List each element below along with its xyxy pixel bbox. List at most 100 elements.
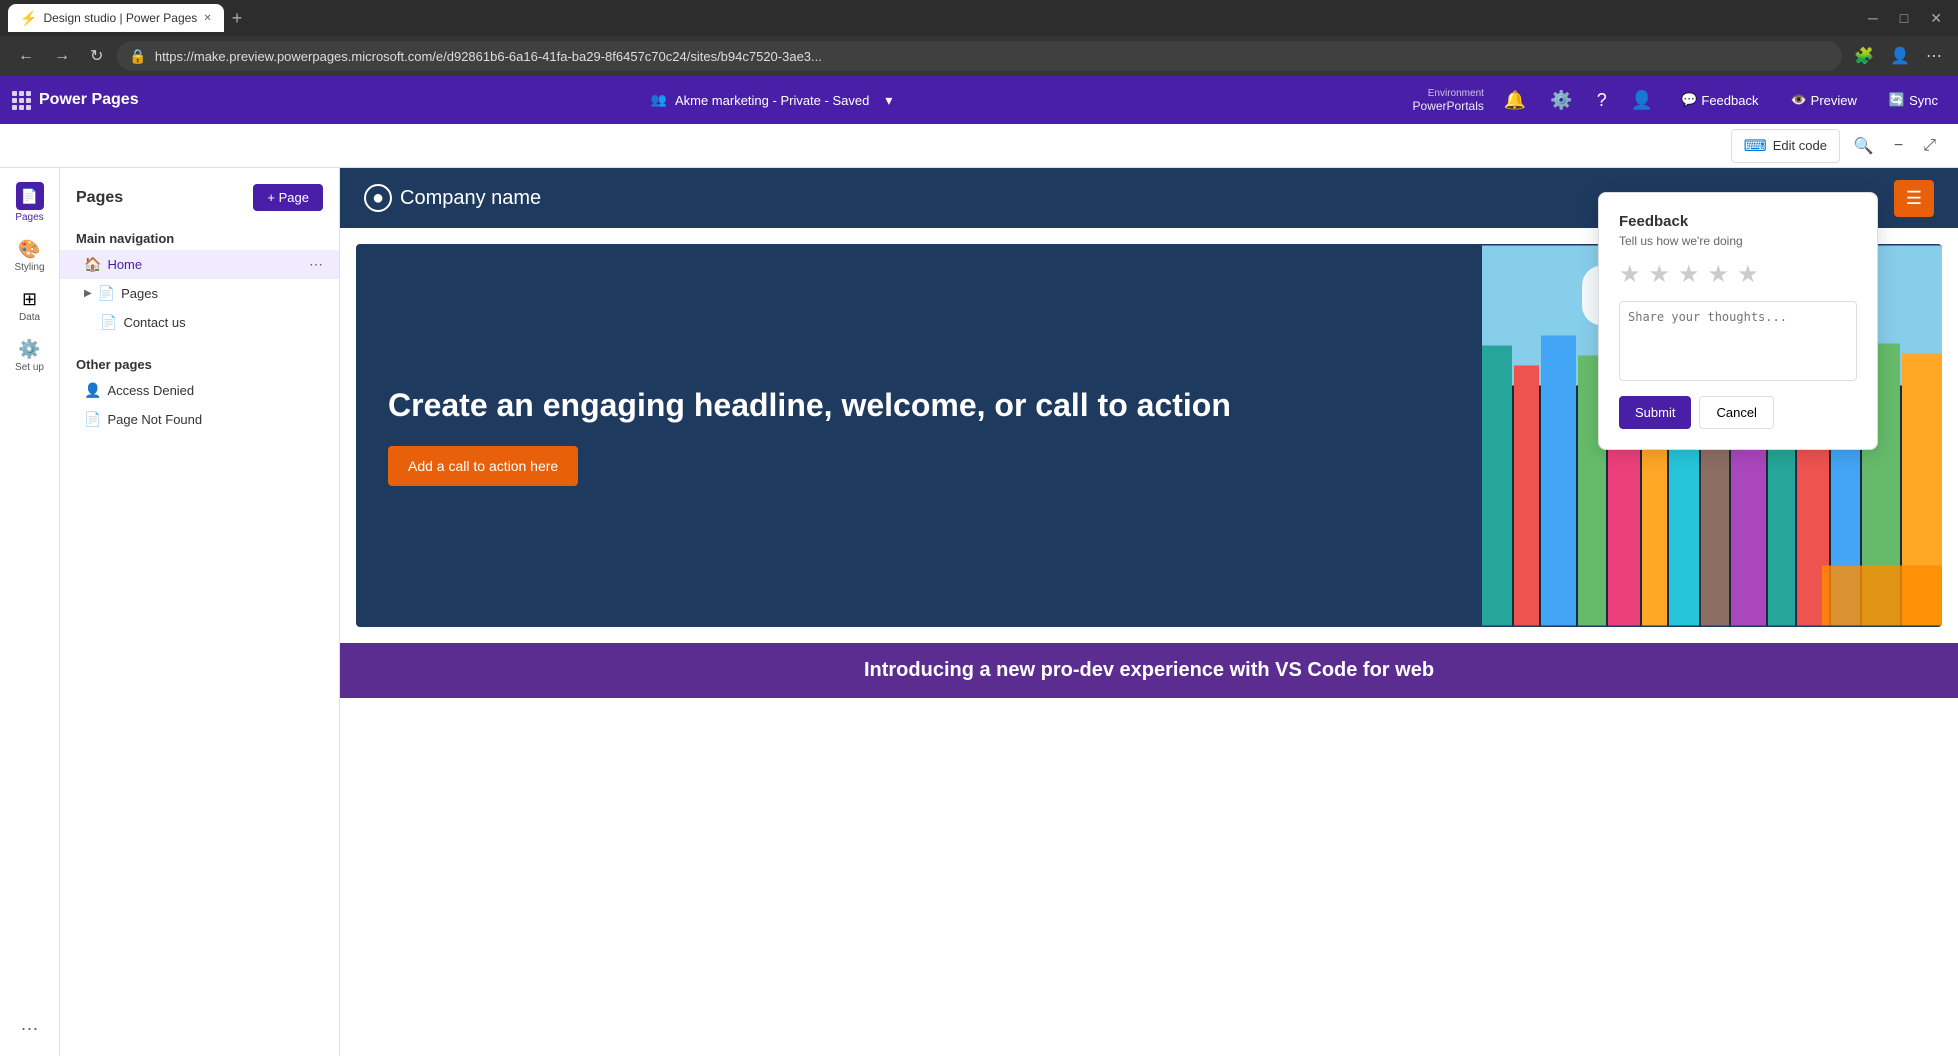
company-name: Company name bbox=[400, 187, 541, 210]
browser-addressbar: ← → ↻ 🔒 https://make.preview.powerpages.… bbox=[0, 36, 1958, 76]
sidebar-item-styling[interactable]: 🎨 Styling bbox=[4, 233, 56, 279]
nav-item-page-not-found[interactable]: 📄 Page Not Found bbox=[60, 405, 339, 434]
new-tab-button[interactable]: + bbox=[224, 8, 251, 29]
profile-icon[interactable]: 👤 bbox=[1886, 42, 1914, 70]
add-page-button[interactable]: + Page bbox=[253, 184, 323, 211]
sidebar-icons: 📄 Pages 🎨 Styling ⊞ Data ⚙️ Set up ⋯ bbox=[0, 168, 60, 1056]
url-text: https://make.preview.powerpages.microsof… bbox=[155, 49, 1830, 64]
pages-icon: 📄 bbox=[21, 188, 38, 205]
other-pages-section: Other pages bbox=[60, 349, 339, 376]
browser-tab[interactable]: ⚡ Design studio | Power Pages ✕ bbox=[8, 4, 224, 32]
setup-label: Set up bbox=[15, 362, 44, 373]
extensions-icon[interactable]: 🧩 bbox=[1850, 42, 1878, 70]
tab-favicon: ⚡ bbox=[20, 10, 37, 27]
zoom-dropdown-button[interactable]: 🔍 bbox=[1848, 132, 1880, 160]
pages-nav-label: Pages bbox=[121, 286, 158, 301]
pages-chevron-icon: ▶ bbox=[84, 288, 92, 299]
app-logo[interactable]: Power Pages bbox=[12, 91, 139, 110]
sub-topbar: ⌨ Edit code 🔍 − ⤢ bbox=[0, 124, 1958, 168]
access-denied-icon: 👤 bbox=[84, 382, 101, 399]
maximize-button[interactable]: □ bbox=[1892, 6, 1916, 30]
vscode-banner-text: Introducing a new pro-dev experience wit… bbox=[864, 659, 1434, 681]
more-sidebar-options[interactable]: ⋯ bbox=[21, 1019, 39, 1056]
sidebar-item-data[interactable]: ⊞ Data bbox=[4, 283, 56, 329]
forward-button[interactable]: → bbox=[48, 43, 76, 69]
sidebar-item-setup[interactable]: ⚙️ Set up bbox=[4, 333, 56, 379]
nav-item-pages[interactable]: ▶ 📄 Pages bbox=[60, 279, 339, 308]
close-button[interactable]: ✕ bbox=[1922, 6, 1950, 31]
home-label: Home bbox=[107, 257, 142, 272]
feedback-title: Feedback bbox=[1619, 213, 1857, 230]
topbar-right: Environment PowerPortals 🔔 ⚙️ ? 👤 💬 Feed… bbox=[1413, 86, 1946, 115]
url-bar[interactable]: 🔒 https://make.preview.powerpages.micros… bbox=[117, 41, 1842, 71]
pages-panel-header: Pages + Page bbox=[60, 180, 339, 223]
feedback-submit-button[interactable]: Submit bbox=[1619, 396, 1691, 429]
environment-label: Environment bbox=[1413, 88, 1484, 99]
environment-info: Environment PowerPortals bbox=[1413, 88, 1484, 113]
account-button[interactable]: 👤 bbox=[1627, 86, 1657, 115]
save-icon: 👥 bbox=[651, 92, 667, 108]
site-menu-button[interactable]: ☰ bbox=[1894, 180, 1934, 217]
pages-nav-icon: 📄 bbox=[98, 285, 115, 302]
feedback-topbar-button[interactable]: 💬 Feedback bbox=[1673, 88, 1766, 112]
tab-title: Design studio | Power Pages bbox=[43, 11, 197, 25]
star-3[interactable]: ★ bbox=[1678, 260, 1700, 289]
hero-cta-button[interactable]: Add a call to action here bbox=[388, 446, 578, 486]
app-topbar: Power Pages 👥 Akme marketing - Private -… bbox=[0, 76, 1958, 124]
minimize-button[interactable]: ─ bbox=[1860, 6, 1886, 30]
back-button[interactable]: ← bbox=[12, 43, 40, 69]
browser-window-controls: ─ □ ✕ bbox=[1860, 6, 1950, 31]
pages-panel: Pages + Page Main navigation 🏠 Home ⋯ ▶ … bbox=[60, 168, 340, 1056]
zoom-out-button[interactable]: − bbox=[1888, 133, 1909, 159]
pages-label: Pages bbox=[15, 212, 43, 223]
topbar-center: 👥 Akme marketing - Private - Saved ▾ bbox=[151, 88, 1401, 113]
nav-item-contact[interactable]: 📄 Contact us bbox=[60, 308, 339, 337]
notification-button[interactable]: 🔔 bbox=[1500, 86, 1530, 115]
feedback-label: Feedback bbox=[1701, 93, 1758, 108]
nav-item-access-denied[interactable]: 👤 Access Denied bbox=[60, 376, 339, 405]
sidebar-item-pages[interactable]: 📄 Pages bbox=[4, 176, 56, 229]
feedback-cancel-button[interactable]: Cancel bbox=[1699, 396, 1773, 429]
nav-item-home[interactable]: 🏠 Home ⋯ bbox=[60, 250, 339, 279]
preview-label: Preview bbox=[1811, 93, 1857, 108]
pages-panel-title: Pages bbox=[76, 189, 123, 207]
vscode-banner: Introducing a new pro-dev experience wit… bbox=[340, 643, 1958, 698]
star-2[interactable]: ★ bbox=[1649, 260, 1671, 289]
fullscreen-button[interactable]: ⤢ bbox=[1917, 133, 1942, 159]
app-name: Power Pages bbox=[39, 91, 139, 109]
star-5[interactable]: ★ bbox=[1737, 260, 1759, 289]
tab-close-icon[interactable]: ✕ bbox=[203, 13, 211, 24]
browser-chrome: ⚡ Design studio | Power Pages ✕ + ─ □ ✕ … bbox=[0, 0, 1958, 76]
access-denied-label: Access Denied bbox=[107, 383, 194, 398]
feedback-actions: Submit Cancel bbox=[1619, 396, 1857, 429]
page-not-found-icon: 📄 bbox=[84, 411, 101, 428]
help-button[interactable]: ? bbox=[1593, 86, 1611, 115]
environment-name: PowerPortals bbox=[1413, 99, 1484, 113]
setup-icon: ⚙️ bbox=[18, 339, 40, 360]
settings-button[interactable]: ⚙️ bbox=[1546, 86, 1576, 115]
site-dropdown-button[interactable]: ▾ bbox=[877, 88, 900, 113]
star-1[interactable]: ★ bbox=[1619, 260, 1641, 289]
vscode-icon: ⌨ bbox=[1744, 136, 1767, 156]
sync-label: Sync bbox=[1909, 93, 1938, 108]
sync-icon: 🔄 bbox=[1889, 92, 1905, 108]
more-options-icon[interactable]: ⋯ bbox=[1922, 42, 1946, 70]
hero-content: Create an engaging headline, welcome, or… bbox=[356, 244, 1482, 627]
home-icon: 🏠 bbox=[84, 256, 101, 273]
feedback-textarea[interactable] bbox=[1619, 301, 1857, 381]
sub-topbar-right: ⌨ Edit code 🔍 − ⤢ bbox=[1731, 129, 1942, 163]
home-more-button[interactable]: ⋯ bbox=[309, 256, 323, 273]
site-logo-circle: ● bbox=[364, 184, 392, 212]
feedback-stars[interactable]: ★ ★ ★ ★ ★ bbox=[1619, 260, 1857, 289]
preview-button[interactable]: 👁️ Preview bbox=[1782, 88, 1864, 112]
main-navigation-section: Main navigation bbox=[60, 223, 339, 250]
edit-code-button[interactable]: ⌨ Edit code bbox=[1731, 129, 1840, 163]
star-4[interactable]: ★ bbox=[1708, 260, 1730, 289]
browser-toolbar: 🧩 👤 ⋯ bbox=[1850, 42, 1946, 70]
styling-label: Styling bbox=[14, 262, 44, 273]
hero-title: Create an engaging headline, welcome, or… bbox=[388, 385, 1450, 427]
data-label: Data bbox=[19, 312, 40, 323]
grid-icon bbox=[12, 91, 31, 110]
refresh-button[interactable]: ↻ bbox=[84, 42, 109, 70]
sync-button[interactable]: 🔄 Sync bbox=[1881, 88, 1946, 112]
